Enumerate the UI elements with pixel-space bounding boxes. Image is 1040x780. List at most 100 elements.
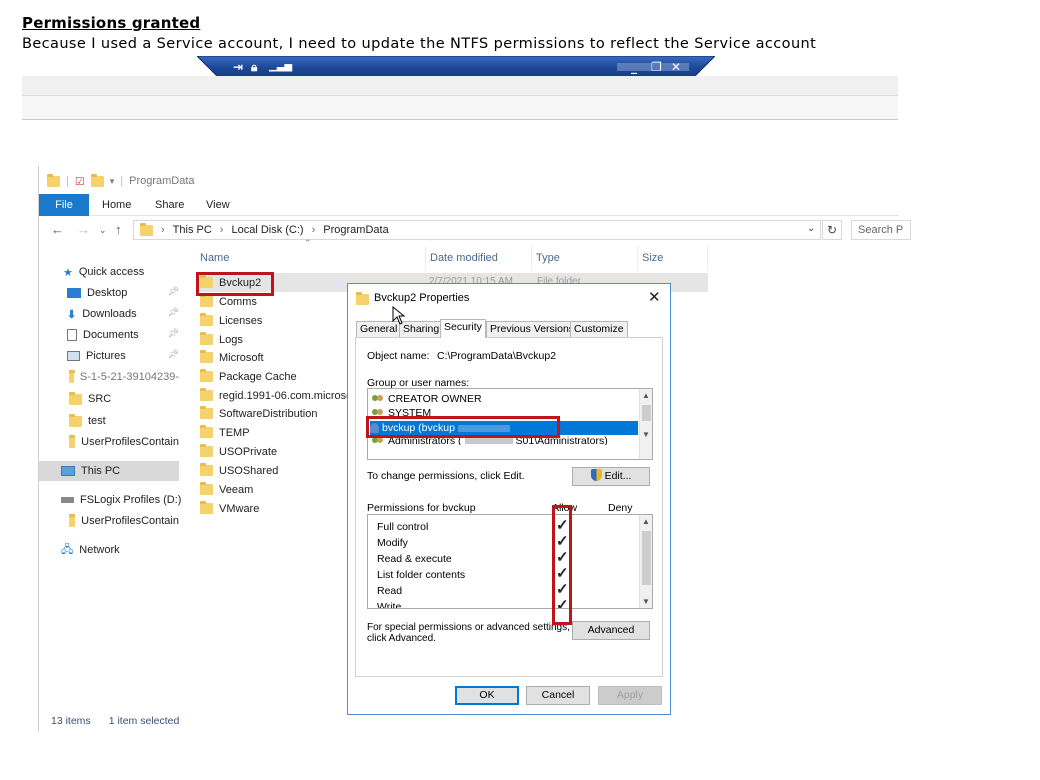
folder-icon [47,173,60,187]
tab-share[interactable]: Share [155,194,184,216]
forward-icon[interactable]: → [77,222,90,237]
permission-name: List folder contents [377,569,466,581]
pin-icon[interactable]: 📌︎ [168,286,179,297]
breadcrumb-programdata[interactable]: ProgramData [323,224,388,236]
file-name: SoftwareDistribution [219,407,318,420]
restore-button[interactable]: ❐ [651,60,662,74]
nav-src[interactable]: SRC [69,389,111,409]
chevron-right-icon: › [161,224,165,236]
pictures-icon [67,351,80,361]
file-row[interactable]: USOShared [196,461,278,480]
column-date-modified[interactable]: Date modified [426,246,532,270]
folder-icon [69,413,82,427]
highlight-box-folder [196,272,274,296]
back-icon[interactable]: ← [51,222,64,237]
tab-view[interactable]: View [206,194,230,216]
nav-pictures[interactable]: Pictures 📌︎ [67,346,179,366]
folder-icon [69,391,82,405]
column-name[interactable]: Name [196,246,426,270]
tab-previous-versions[interactable]: Previous Versions [486,321,579,337]
file-row[interactable]: Licenses [196,311,262,330]
shield-icon [590,469,602,481]
file-name: USOShared [219,464,279,477]
nav-quick-access[interactable]: ★ Quick access [63,262,144,282]
nav-user-profiles[interactable]: UserProfilesContain [69,432,179,452]
column-type[interactable]: Type [532,246,638,270]
nav-sid-folder[interactable]: S-1-5-21-39104239- [69,367,179,387]
tab-home[interactable]: Home [102,194,131,216]
chevron-down-icon[interactable]: ⌄ [807,223,815,234]
folder-icon [200,463,213,476]
nav-fslogix-drive[interactable]: FSLogix Profiles (D:) [61,490,181,510]
drive-icon [61,497,74,503]
chevron-right-icon: › [311,224,316,236]
chevron-up-icon[interactable]: ▲ [642,517,650,526]
group-icon [372,394,385,404]
file-row[interactable]: SoftwareDistribution [196,404,317,423]
nav-label: SRC [88,393,112,405]
nav-label: Quick access [78,266,145,278]
nav-downloads[interactable]: ⬇ Downloads 📌︎ [67,304,179,324]
scrollbar[interactable]: ▲ ▼ [639,515,652,608]
nav-user-profiles-d[interactable]: UserProfilesContain [69,511,179,531]
file-row[interactable]: USOPrivate [196,442,277,461]
folder-icon [200,332,213,345]
nav-documents[interactable]: Documents 📌︎ [67,325,179,345]
list-item[interactable]: CREATOR OWNER [372,392,482,406]
window-title: ProgramData [129,175,195,187]
breadcrumb-local-disk[interactable]: Local Disk (C:) [231,224,303,236]
document-text: Because I used a Service account, I need… [22,36,817,52]
up-icon[interactable]: ↑ [115,222,122,237]
close-button[interactable]: ✕ [671,60,681,74]
cancel-button[interactable]: Cancel [526,686,590,705]
new-folder-icon[interactable] [90,173,104,187]
tab-file[interactable]: File [39,194,89,216]
breadcrumb-this-pc[interactable]: This PC [173,224,212,236]
remote-toolbar-strip-2 [22,96,898,120]
properties-icon[interactable]: ☑ [75,175,85,188]
file-row[interactable]: regid.1991-06.com.microsof [196,386,355,405]
tab-customize[interactable]: Customize [570,321,628,337]
pin-icon[interactable]: ⇥ [233,60,243,74]
refresh-button[interactable]: ↻ [822,220,842,240]
scrollbar-thumb[interactable] [642,531,651,585]
folder-icon [200,444,213,457]
pin-icon[interactable]: 📌︎ [168,328,179,339]
search-input[interactable]: Search P [851,220,911,240]
close-icon[interactable]: ✕ [648,288,661,306]
apply-button[interactable]: Apply [598,686,662,705]
tab-security[interactable]: Security [440,319,486,338]
nav-network[interactable]: 🖧︎ Network [61,540,120,560]
folder-icon [200,425,213,438]
ok-button[interactable]: OK [455,686,519,705]
properties-dialog: Bvckup2 Properties ✕ General Sharing Sec… [347,283,671,715]
pin-icon[interactable]: 📌︎ [168,349,179,360]
nav-label: Downloads [82,308,137,320]
nav-desktop[interactable]: Desktop 📌︎ [67,283,179,303]
edit-button-label: Edit... [604,470,632,482]
column-size[interactable]: Size [638,246,708,270]
file-row[interactable]: Microsoft [196,348,264,367]
file-row[interactable]: Logs [196,330,243,349]
chevron-down-icon[interactable]: ▼ [642,597,650,606]
customize-qat-icon[interactable]: ▾ [110,176,115,187]
chevron-up-icon[interactable]: ▲ [642,391,650,400]
nav-this-pc[interactable]: This PC [39,461,179,481]
nav-test[interactable]: test [69,411,106,431]
recent-locations-icon[interactable]: ⌄ [99,225,107,236]
file-row[interactable]: Veeam [196,480,253,499]
scrollbar-thumb[interactable] [642,405,651,421]
pin-icon[interactable]: 📌︎ [168,307,179,318]
chevron-down-icon[interactable]: ▼ [642,430,650,439]
file-row[interactable]: Package Cache [196,367,297,386]
minimize-button[interactable]: _ [631,60,637,74]
mouse-cursor-icon [392,306,406,325]
file-row[interactable]: VMware [196,499,259,518]
advanced-button[interactable]: Advanced [572,621,650,640]
file-row[interactable]: TEMP [196,423,250,442]
nav-label: UserProfilesContain [81,436,179,448]
document-icon [67,329,77,341]
address-bar[interactable]: › This PC › Local Disk (C:) › ProgramDat… [133,220,821,240]
scrollbar[interactable]: ▲ ▼ [639,389,652,459]
edit-button[interactable]: Edit... [572,467,650,486]
